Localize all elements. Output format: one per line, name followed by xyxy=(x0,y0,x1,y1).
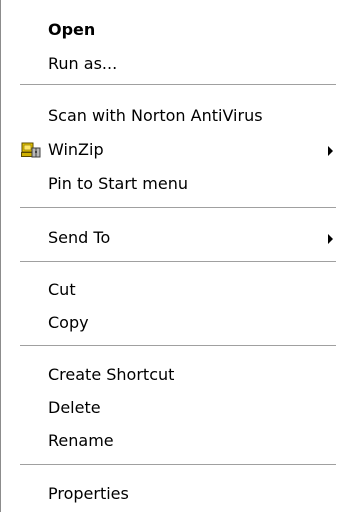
menu-item-open[interactable]: Open xyxy=(1,16,339,44)
menu-item-scan-norton-label: Scan with Norton AntiVirus xyxy=(48,106,263,125)
menu-item-delete[interactable]: Delete xyxy=(1,394,339,422)
submenu-arrow-icon xyxy=(328,146,333,156)
menu-item-open-label: Open xyxy=(48,20,96,39)
menu-separator xyxy=(20,84,336,86)
menu-separator xyxy=(20,464,336,466)
menu-item-send-to-label: Send To xyxy=(48,228,111,247)
menu-item-cut[interactable]: Cut xyxy=(1,276,339,304)
menu-item-delete-label: Delete xyxy=(48,398,101,417)
menu-item-create-shortcut-label: Create Shortcut xyxy=(48,365,175,384)
context-menu: Open Run as... Scan with Norton AntiViru… xyxy=(0,0,339,512)
menu-item-send-to[interactable]: Send To xyxy=(1,224,339,252)
menu-item-properties-label: Properties xyxy=(48,484,129,503)
menu-separator xyxy=(20,261,336,263)
menu-item-run-as-label: Run as... xyxy=(48,54,118,73)
menu-item-create-shortcut[interactable]: Create Shortcut xyxy=(1,361,339,389)
winzip-icon xyxy=(21,142,41,158)
menu-item-winzip-label: WinZip xyxy=(48,140,104,159)
menu-separator xyxy=(20,345,336,347)
menu-item-copy[interactable]: Copy xyxy=(1,309,339,337)
submenu-arrow-icon xyxy=(328,234,333,244)
menu-item-rename-label: Rename xyxy=(48,431,114,450)
menu-item-winzip[interactable]: WinZip xyxy=(1,136,339,164)
menu-item-cut-label: Cut xyxy=(48,280,76,299)
menu-item-scan-norton[interactable]: Scan with Norton AntiVirus xyxy=(1,102,339,130)
menu-item-properties[interactable]: Properties xyxy=(1,480,339,508)
menu-item-copy-label: Copy xyxy=(48,313,89,332)
menu-item-pin-to-start-label: Pin to Start menu xyxy=(48,174,188,193)
menu-item-pin-to-start[interactable]: Pin to Start menu xyxy=(1,170,339,198)
menu-item-run-as[interactable]: Run as... xyxy=(1,50,339,78)
menu-separator xyxy=(20,207,336,209)
menu-item-rename[interactable]: Rename xyxy=(1,427,339,455)
